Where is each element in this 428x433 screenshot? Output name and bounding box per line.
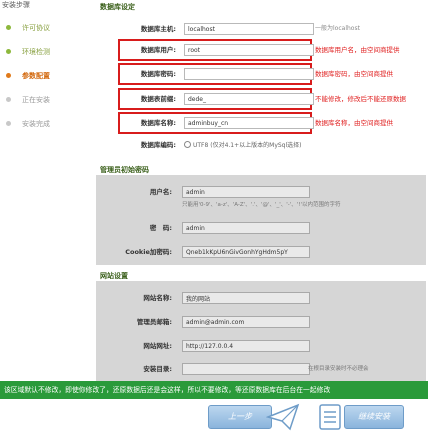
db-prefix-row: 数据表前缀: 不能修改，修改后不能还原数据 — [100, 90, 426, 108]
site-url-label: 网站网址: — [143, 342, 172, 350]
db-host-hint: 一般为localhost — [315, 25, 360, 32]
site-email-row: 管理员邮箱: — [96, 313, 426, 331]
admin-username-label: 用户名: — [149, 188, 172, 196]
radio-selected-icon[interactable] — [184, 141, 191, 148]
site-dir-row: 安装目录: 在根目录安装时不必理会 — [96, 360, 426, 378]
site-email-input[interactable] — [182, 316, 310, 328]
site-dir-hint: 在根目录安装时不必理会 — [308, 366, 369, 372]
site-name-input[interactable] — [182, 292, 310, 304]
db-password-hint: 数据库密码，由空间商提供 — [315, 70, 393, 78]
site-url-row: 网站网址: — [96, 337, 426, 355]
db-section-title: 数据库设定 — [100, 3, 135, 11]
steps-title: 安装步骤 — [2, 1, 30, 9]
step-done-icon — [6, 49, 11, 54]
admin-cookie-row: Cookie加密码: — [96, 243, 426, 261]
step-done-icon — [6, 25, 11, 30]
db-name-input[interactable] — [184, 117, 314, 129]
step-label: 许可协议 — [22, 24, 50, 32]
db-prefix-hint: 不能修改，修改后不能还原数据 — [315, 95, 406, 103]
db-host-row: 数据库主机: 一般为localhost — [100, 20, 426, 38]
db-password-label: 数据库密码: — [140, 70, 176, 78]
db-prefix-input[interactable] — [184, 93, 314, 105]
db-charset-value: UTF8 (仅对4.1+以上版本的MySql选择) — [193, 142, 302, 149]
step-list: 许可协议 环境检测 参数配置 正在安装 安装完成 — [0, 16, 84, 136]
db-password-input[interactable] — [184, 68, 314, 80]
admin-password-row: 密 码: — [96, 219, 426, 237]
db-charset-label: 数据库编码: — [140, 141, 176, 149]
admin-username-input[interactable] — [182, 186, 310, 198]
step-installing: 正在安装 — [0, 88, 84, 112]
site-name-row: 网站名称: — [96, 289, 426, 307]
notice-banner: 该区域默认不修改，即使你修改了，还原数据后还是会这样，所以不要修改，等还原数据库… — [0, 381, 428, 399]
admin-password-label: 密 码: — [149, 224, 172, 232]
step-label: 安装完成 — [22, 120, 50, 128]
prev-button[interactable]: 上一步 — [208, 405, 272, 429]
db-password-row: 数据库密码: 数据库密码，由空间商提供 — [100, 65, 426, 83]
admin-cookie-label: Cookie加密码: — [125, 248, 172, 256]
site-url-input[interactable] — [182, 340, 310, 352]
next-button-label: 继续安装 — [358, 412, 390, 421]
db-user-label: 数据库用户: — [140, 46, 176, 54]
list-doc-icon[interactable] — [318, 403, 344, 431]
step-env-check: 环境检测 — [0, 40, 84, 64]
step-label: 参数配置 — [22, 72, 50, 80]
admin-section-title: 管理员初始密码 — [100, 166, 149, 174]
admin-password-input[interactable] — [182, 222, 310, 234]
site-email-label: 管理员邮箱: — [136, 318, 172, 326]
db-user-input[interactable] — [184, 44, 314, 56]
site-dir-label: 安装目录: — [143, 365, 172, 373]
site-dir-input[interactable] — [182, 363, 310, 375]
db-prefix-label: 数据表前缀: — [140, 95, 176, 103]
db-user-hint: 数据库用户名，由空间商提供 — [315, 46, 400, 54]
step-license: 许可协议 — [0, 16, 84, 40]
admin-cookie-input[interactable] — [182, 246, 310, 258]
paper-plane-icon[interactable] — [266, 403, 300, 431]
db-charset-option[interactable]: UTF8 (仅对4.1+以上版本的MySql选择) — [184, 140, 302, 149]
db-user-row: 数据库用户: 数据库用户名，由空间商提供 — [100, 41, 426, 59]
step-complete: 安装完成 — [0, 112, 84, 136]
db-host-input[interactable] — [184, 23, 314, 35]
step-pending-icon — [6, 121, 11, 126]
db-name-hint: 数据库名称，由空间商提供 — [315, 119, 393, 127]
site-section-title: 网站设置 — [100, 272, 128, 280]
step-label: 环境检测 — [22, 48, 50, 56]
admin-username-hint: 只能用'0-9'、'a-z'、'A-Z'、'.'、'@'、'_'、'-'、'!'… — [182, 202, 341, 208]
step-label: 正在安装 — [22, 96, 50, 104]
next-button[interactable]: 继续安装 — [344, 405, 404, 429]
site-panel: 网站名称: 管理员邮箱: 网站网址: 安装目录: 在根目录安装时不必理会 — [96, 281, 426, 381]
admin-panel: 用户名: 只能用'0-9'、'a-z'、'A-Z'、'.'、'@'、'_'、'-… — [96, 175, 426, 265]
db-name-label: 数据库名称: — [140, 119, 176, 127]
prev-button-label: 上一步 — [228, 412, 252, 421]
db-host-label: 数据库主机: — [140, 25, 176, 33]
admin-username-row: 用户名: 只能用'0-9'、'a-z'、'A-Z'、'.'、'@'、'_'、'-… — [96, 183, 426, 208]
site-name-label: 网站名称: — [143, 294, 172, 302]
step-config: 参数配置 — [0, 64, 84, 88]
step-pending-icon — [6, 97, 11, 102]
button-bar: 上一步 继续安装 — [0, 399, 428, 433]
step-active-icon — [6, 73, 11, 78]
db-name-row: 数据库名称: 数据库名称，由空间商提供 — [100, 114, 426, 132]
